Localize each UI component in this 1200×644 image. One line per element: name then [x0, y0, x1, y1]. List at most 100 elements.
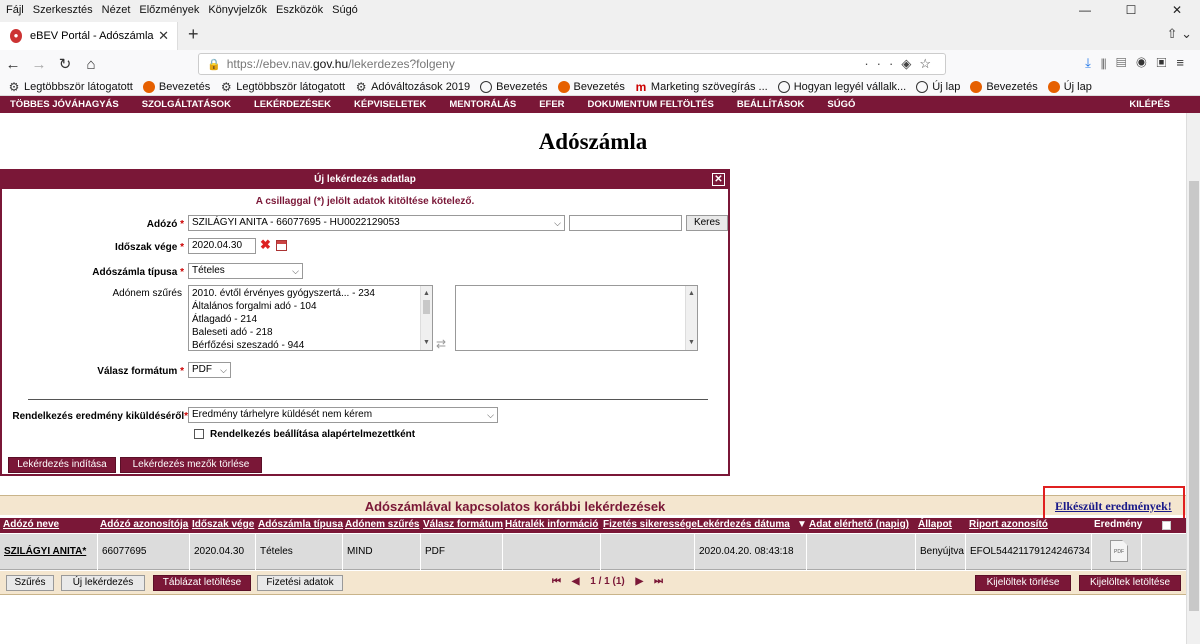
bookmark-item[interactable]: Bevezetés	[557, 80, 625, 93]
col-taxpayer-name[interactable]: Adózó neve	[3, 519, 59, 530]
default-setting-checkbox[interactable]	[194, 429, 204, 439]
bookmark-item[interactable]: ⚙ Adóváltozások 2019	[355, 81, 470, 93]
scroll-up-icon[interactable]: ▲	[688, 287, 695, 300]
taxpayer-search-input[interactable]	[569, 215, 682, 231]
new-tab-icon[interactable]: +	[188, 24, 199, 45]
calendar-icon[interactable]	[276, 240, 287, 251]
bookmark-item[interactable]: Bevezetés	[142, 80, 210, 93]
library-icon[interactable]: ⫴	[1101, 55, 1116, 70]
list-item[interactable]: Általános forgalmi adó - 104	[192, 300, 429, 313]
nav-item-representations[interactable]: KÉPVISELETEK	[354, 99, 426, 110]
bookmark-item[interactable]: Hogyan legyél vállalk...	[777, 80, 906, 93]
bookmark-item[interactable]: ⚙ Legtöbbször látogatott	[220, 81, 345, 93]
bookmark-item[interactable]: m Marketing szövegírás ...	[635, 81, 768, 93]
listbox-scroll-thumb[interactable]	[423, 300, 430, 314]
col-tax-filter[interactable]: Adónem szűrés	[345, 519, 419, 530]
scroll-up-icon[interactable]: ▲	[423, 287, 430, 300]
scrollbar-thumb[interactable]	[1189, 181, 1199, 611]
tax-type-listbox[interactable]: 2010. évtől érvényes gyógyszertá... - 23…	[188, 285, 433, 351]
download-selected-button[interactable]: Kijelöltek letöltése	[1079, 575, 1181, 591]
selected-tax-types-listbox[interactable]: ▲ ▼	[455, 285, 698, 351]
pdf-file-icon[interactable]: PDF	[1110, 540, 1128, 562]
col-taxpayer-id[interactable]: Adózó azonosítója	[100, 519, 188, 530]
bookmark-item[interactable]: Bevezetés	[480, 80, 548, 93]
star-icon[interactable]: ☆	[919, 56, 939, 71]
page-scrollbar[interactable]	[1186, 113, 1200, 644]
back-icon[interactable]: ←	[0, 56, 26, 73]
bookmark-item[interactable]: Bevezetés	[970, 80, 1038, 93]
close-icon[interactable]: ✕	[712, 173, 725, 186]
menu-view[interactable]: Nézet	[102, 4, 131, 16]
menu-icon[interactable]: ≡	[1176, 55, 1194, 70]
browser-tab[interactable]: ● eBEV Portál - Adószámla ✕	[0, 22, 178, 50]
nav-item-multi-approval[interactable]: TÖBBES JÓVÁHAGYÁS	[10, 99, 119, 110]
logout-link[interactable]: KILÉPÉS	[1129, 99, 1170, 110]
download-icon[interactable]: ⤓	[1085, 55, 1101, 70]
nav-item-queries[interactable]: LEKÉRDEZÉSEK	[254, 99, 331, 110]
sort-desc-icon[interactable]: ▼	[797, 519, 807, 530]
menu-bookmarks[interactable]: Könyvjelzők	[208, 4, 267, 16]
period-end-input[interactable]: 2020.04.30	[188, 238, 256, 254]
start-query-button[interactable]: Lekérdezés indítása	[8, 457, 116, 473]
prev-page-icon[interactable]: ◀	[572, 576, 580, 587]
col-period-end[interactable]: Időszak vége	[192, 519, 254, 530]
nav-item-settings[interactable]: BEÁLLÍTÁSOK	[737, 99, 805, 110]
col-status[interactable]: Állapot	[918, 519, 952, 530]
row-taxpayer-name[interactable]: SZILÁGYI ANITA*	[0, 534, 98, 570]
nav-item-help[interactable]: SÚGÓ	[827, 99, 855, 110]
search-button[interactable]: Keres	[686, 215, 728, 231]
window-close-icon[interactable]: ✕	[1154, 0, 1200, 20]
bookmark-item[interactable]: Új lap	[916, 80, 960, 93]
tab-close-icon[interactable]: ✕	[158, 28, 169, 44]
menu-help[interactable]: Súgó	[332, 4, 358, 16]
more-icon[interactable]: ···	[864, 56, 901, 71]
col-query-date[interactable]: Lekérdezés dátuma	[697, 519, 790, 530]
listbox-scrollbar[interactable]: ▲ ▼	[685, 286, 697, 350]
minimize-icon[interactable]: —	[1062, 0, 1108, 20]
maximize-icon[interactable]: ☐	[1108, 0, 1154, 20]
account-type-select[interactable]: Tételes ⌵	[188, 263, 303, 279]
url-bar[interactable]: 🔒 https://ebev.nav. gov.hu/lekerdezes?fol…	[198, 53, 946, 75]
pocket-icon[interactable]: ◈	[901, 56, 919, 71]
delete-selected-button[interactable]: Kijelöltek törlése	[975, 575, 1071, 591]
next-page-icon[interactable]: ▶	[636, 576, 644, 587]
screenshot-icon[interactable]: ▣	[1157, 55, 1177, 70]
col-account-type[interactable]: Adószámla típusa	[258, 519, 343, 530]
swap-arrows-icon[interactable]: ⇄	[436, 337, 446, 351]
menu-edit[interactable]: Szerkesztés	[33, 4, 93, 16]
scroll-down-icon[interactable]: ▼	[688, 336, 695, 349]
new-query-button[interactable]: Új lekérdezés	[61, 575, 145, 591]
home-icon[interactable]: ⌂	[78, 56, 104, 73]
nav-item-services[interactable]: SZOLGÁLTATÁSOK	[142, 99, 231, 110]
list-item[interactable]: Baleseti adó - 218	[192, 326, 429, 339]
response-format-select[interactable]: PDF ⌵	[188, 362, 231, 378]
clear-fields-button[interactable]: Lekérdezés mezők törlése	[120, 457, 262, 473]
menu-file[interactable]: Fájl	[6, 4, 24, 16]
filter-button[interactable]: Szűrés	[6, 575, 54, 591]
nav-item-document-upload[interactable]: DOKUMENTUM FELTÖLTÉS	[588, 99, 714, 110]
col-payment-success[interactable]: Fizetés sikeressége	[603, 519, 697, 530]
bookmark-item[interactable]: ⚙ Legtöbbször látogatott	[8, 81, 133, 93]
menu-tools[interactable]: Eszközök	[276, 4, 323, 16]
col-report-id[interactable]: Riport azonosító	[969, 519, 1048, 530]
dispatch-select[interactable]: Eredmény tárhelyre küldését nem kérem ⌵	[188, 407, 498, 423]
sidebar-icon[interactable]: ▤	[1116, 55, 1136, 70]
menu-history[interactable]: Előzmények	[139, 4, 199, 16]
nav-item-efer[interactable]: EFER	[539, 99, 564, 110]
nav-item-mentoring[interactable]: MENTORÁLÁS	[449, 99, 516, 110]
col-response-format[interactable]: Válasz formátum	[423, 519, 503, 530]
clear-date-icon[interactable]: ✖	[260, 237, 271, 253]
taxpayer-select[interactable]: SZILÁGYI ANITA - 66077695 - HU0022129053…	[188, 215, 565, 231]
last-page-icon[interactable]: ⏭	[654, 576, 663, 587]
select-all-checkbox[interactable]	[1162, 521, 1171, 530]
list-item[interactable]: Bérfőzési szeszadó - 944	[192, 339, 429, 350]
list-item[interactable]: 2010. évtől érvényes gyógyszertá... - 23…	[192, 287, 429, 300]
download-table-button[interactable]: Táblázat letöltése	[153, 575, 251, 591]
scroll-down-icon[interactable]: ▼	[423, 336, 430, 349]
list-item[interactable]: Átlagadó - 214	[192, 313, 429, 326]
listbox-scrollbar[interactable]: ▲ ▼	[420, 286, 432, 350]
bookmark-item[interactable]: Új lap	[1047, 80, 1092, 93]
col-data-available[interactable]: Adat elérhető (napig)	[809, 519, 909, 530]
reload-icon[interactable]: ↻	[52, 55, 78, 73]
col-arrears-info[interactable]: Hátralék információ	[505, 519, 598, 530]
